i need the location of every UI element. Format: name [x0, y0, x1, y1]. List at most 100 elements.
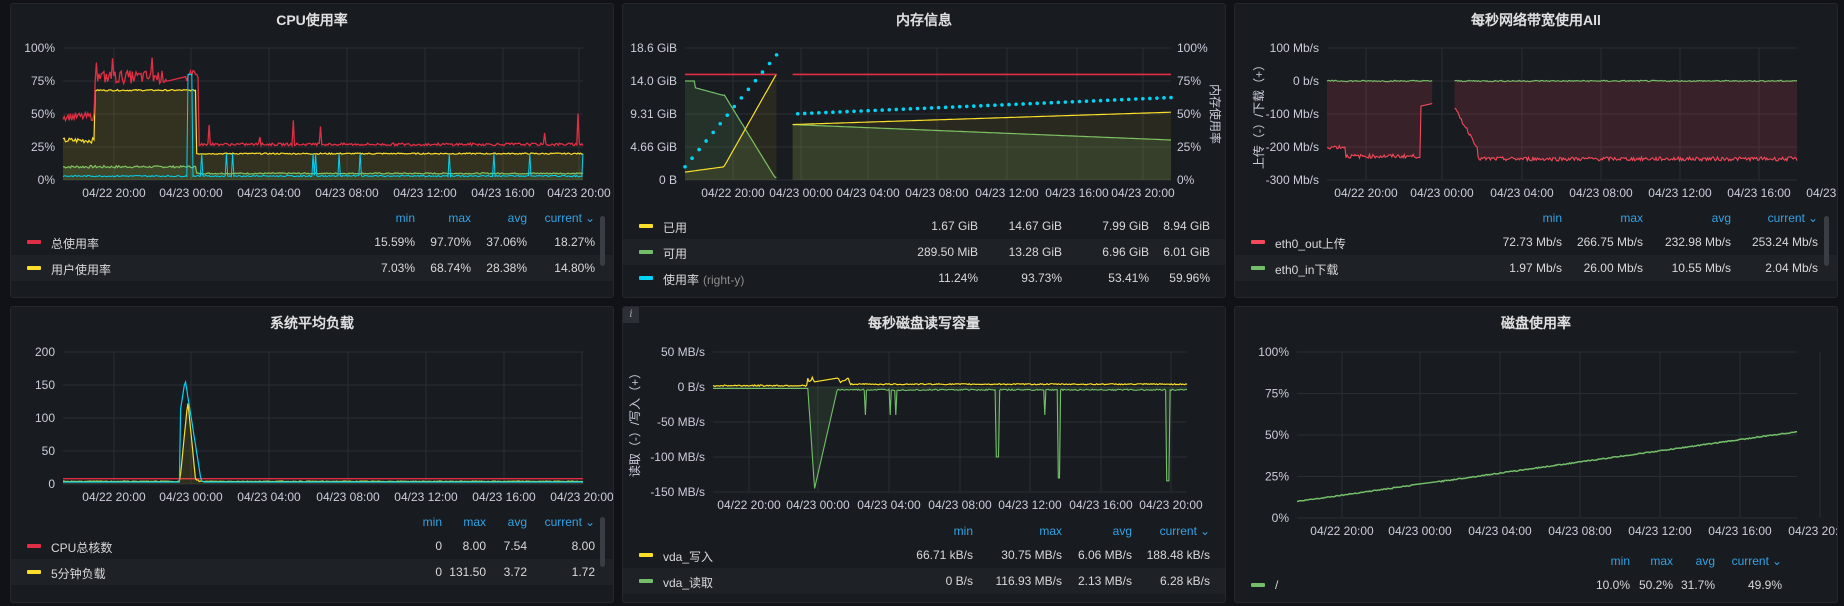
legend-col-avg[interactable]: avg: [508, 515, 527, 529]
legend-series-name[interactable]: vda_写入: [663, 548, 713, 565]
series-point: [711, 130, 715, 135]
chevron-down-icon: ⌄: [584, 211, 595, 225]
x-tick-label: 04/23 04:00: [836, 186, 900, 200]
legend-col-avg[interactable]: avg: [508, 211, 527, 225]
series-color-swatch[interactable]: [27, 266, 41, 270]
y-tick-label: -150 MB/s: [650, 485, 705, 499]
panel-memory[interactable]: 内存信息 18.6 GiB 14.0 GiB 9.31 GiB 4.66 GiB 0 B1…: [622, 3, 1226, 298]
legend-series-name[interactable]: /: [1275, 578, 1278, 592]
legend-col-min[interactable]: min: [396, 211, 415, 225]
legend-col-min[interactable]: min: [1611, 554, 1630, 568]
y-right-axis-label: 内存使用率: [1208, 84, 1223, 144]
legend-col-current[interactable]: current ⌄: [545, 515, 595, 529]
legend-col-current[interactable]: current ⌄: [1160, 524, 1210, 538]
series-color-swatch[interactable]: [1251, 240, 1265, 244]
legend-col-min[interactable]: min: [954, 524, 973, 538]
legend-value-current: 6.01 GiB: [1163, 245, 1210, 259]
legend-col-max[interactable]: max: [463, 515, 486, 529]
series-color-swatch[interactable]: [639, 224, 653, 228]
legend-row[interactable]: vda_读取 0 B/s 116.93 MB/s 2.13 MB/s 6.28 kB/s: [623, 568, 1225, 594]
legend-col-min[interactable]: min: [423, 515, 442, 529]
y-tick-label: 50 MB/s: [661, 345, 705, 359]
legend-row[interactable]: 已用 1.67 GiB 14.67 GiB 7.99 GiB 8.94 GiB: [623, 213, 1225, 239]
x-tick-label: 04/23 20:00: [1111, 186, 1175, 200]
legend-col-avg[interactable]: avg: [1113, 524, 1132, 538]
series-point: [1084, 99, 1089, 103]
legend-series-name[interactable]: 总使用率: [51, 235, 99, 252]
legend-col-max[interactable]: max: [1039, 524, 1062, 538]
legend-col-current[interactable]: current ⌄: [1768, 211, 1818, 225]
series-point: [809, 111, 814, 115]
series-color-swatch[interactable]: [639, 553, 653, 557]
series-color-swatch[interactable]: [27, 240, 41, 244]
legend-series-name[interactable]: 用户使用率: [51, 261, 111, 278]
panel-network[interactable]: 每秒网络带宽使用All 100 Mb/s 0 b/s -100 Mb/s -200 Mb…: [1234, 3, 1838, 298]
legend-col-label: avg: [1711, 211, 1731, 225]
series-point: [1155, 96, 1159, 100]
legend-col-max[interactable]: max: [1650, 554, 1673, 568]
series-line: [713, 387, 1188, 489]
x-tick-label: 04/23 00:00: [769, 186, 833, 200]
legend-col-avg[interactable]: avg: [1712, 211, 1731, 225]
legend-series-label: 5分钟负载: [51, 567, 106, 581]
legend-col-avg[interactable]: avg: [1696, 554, 1715, 568]
y-axis-label: 上传（-）/下载（+）: [1251, 59, 1266, 169]
series-color-swatch[interactable]: [1251, 583, 1265, 587]
y-tick-label: -100 MB/s: [650, 450, 705, 464]
series-color-swatch[interactable]: [27, 570, 41, 574]
y-tick-label: 0 B: [659, 173, 677, 187]
legend-value-avg: 232.98 Mb/s: [1664, 235, 1731, 249]
x-tick-label: 04/23 20:00: [1806, 186, 1838, 200]
legend-value-min: 72.73 Mb/s: [1502, 235, 1562, 249]
legend-value-min: 66.71 kB/s: [916, 548, 973, 562]
legend-series-name[interactable]: 可用: [663, 245, 687, 262]
legend-value-avg: 10.55 Mb/s: [1671, 261, 1731, 275]
legend-series-name[interactable]: 使用率 (right-y): [663, 271, 744, 288]
y-tick-label: 14.0 GiB: [630, 74, 677, 88]
legend-col-current[interactable]: current ⌄: [1732, 554, 1782, 568]
legend-scrollbar[interactable]: [1824, 216, 1829, 266]
legend-col-max[interactable]: max: [448, 211, 471, 225]
legend-scrollbar[interactable]: [600, 517, 605, 567]
series-color-swatch[interactable]: [639, 250, 653, 254]
legend-row[interactable]: / 10.0% 50.2% 31.7% 49.9%: [1235, 572, 1837, 598]
legend-row[interactable]: 可用 289.50 MiB 13.28 GiB 6.96 GiB 6.01 GiB: [623, 239, 1225, 265]
legend-series-name[interactable]: 5分钟负载: [51, 565, 106, 582]
legend-row[interactable]: 总使用率 15.59% 97.70% 37.06% 18.27%: [11, 229, 613, 255]
legend-series-name[interactable]: vda_读取: [663, 574, 713, 591]
y-axis-label: 读取（-）/写入（+）: [628, 367, 642, 477]
legend-row[interactable]: 用户使用率 7.03% 68.74% 28.38% 14.80%: [11, 255, 613, 281]
legend-value-avg: 3.72: [503, 565, 527, 579]
series-color-swatch[interactable]: [1251, 266, 1265, 270]
series-point: [986, 103, 990, 108]
x-tick-label: 04/23 00:00: [159, 490, 223, 504]
legend-series-name[interactable]: CPU总核数: [51, 539, 112, 556]
legend-col-max[interactable]: max: [1620, 211, 1643, 225]
legend-row[interactable]: eth0_in下载 1.97 Mb/s 26.00 Mb/s 10.55 Mb/s 2.…: [1235, 255, 1837, 281]
x-tick-label: 04/23 20:00: [550, 490, 614, 504]
legend-col-label: avg: [1695, 554, 1715, 568]
legend-row[interactable]: 5分钟负载 0 131.50 3.72 1.72: [11, 559, 613, 585]
panel-cpu[interactable]: CPU使用率 100% 75% 50% 25% 0% 04/22 20:00 04/23 00…: [10, 3, 614, 298]
legend-col-current[interactable]: current ⌄: [545, 211, 595, 225]
x-tick-label: 04/22 20:00: [1310, 524, 1374, 538]
legend-row[interactable]: vda_写入 66.71 kB/s 30.75 MB/s 6.06 MB/s 188.4…: [623, 542, 1225, 568]
legend-row[interactable]: CPU总核数 0 8.00 7.54 8.00: [11, 533, 613, 559]
legend-scrollbar[interactable]: [600, 216, 605, 266]
series-point: [1028, 101, 1032, 106]
legend-row[interactable]: 使用率 (right-y) 11.24% 93.73% 53.41% 59.96%: [623, 265, 1225, 291]
y-tick-label: 9.31 GiB: [630, 107, 677, 121]
series-color-swatch[interactable]: [27, 544, 41, 548]
legend-series-name[interactable]: eth0_out上传: [1275, 235, 1346, 252]
series-color-swatch[interactable]: [639, 579, 653, 583]
panel-disk-io[interactable]: 每秒磁盘读写容量 i 50 MB/s 0 B/s -50 MB/s -100 MB/s -1…: [622, 306, 1226, 603]
legend-series-name[interactable]: 已用: [663, 219, 687, 236]
panel-disk-usage[interactable]: 磁盘使用率 100% 75% 50% 25% 0% 04/22 20:00 04/23 00:…: [1234, 306, 1838, 603]
series-color-swatch[interactable]: [639, 276, 653, 280]
legend-series-name[interactable]: eth0_in下载: [1275, 261, 1338, 278]
y-right-tick-label: 25%: [1177, 140, 1201, 154]
legend-row[interactable]: eth0_out上传 72.73 Mb/s 266.75 Mb/s 232.98 Mb…: [1235, 229, 1837, 255]
panel-load[interactable]: 系统平均负载 200 150 100 50 0 04/22 20:00 04/23 00:00…: [10, 306, 614, 603]
legend-value-avg: 2.13 MB/s: [1077, 574, 1132, 588]
legend-col-min[interactable]: min: [1543, 211, 1562, 225]
